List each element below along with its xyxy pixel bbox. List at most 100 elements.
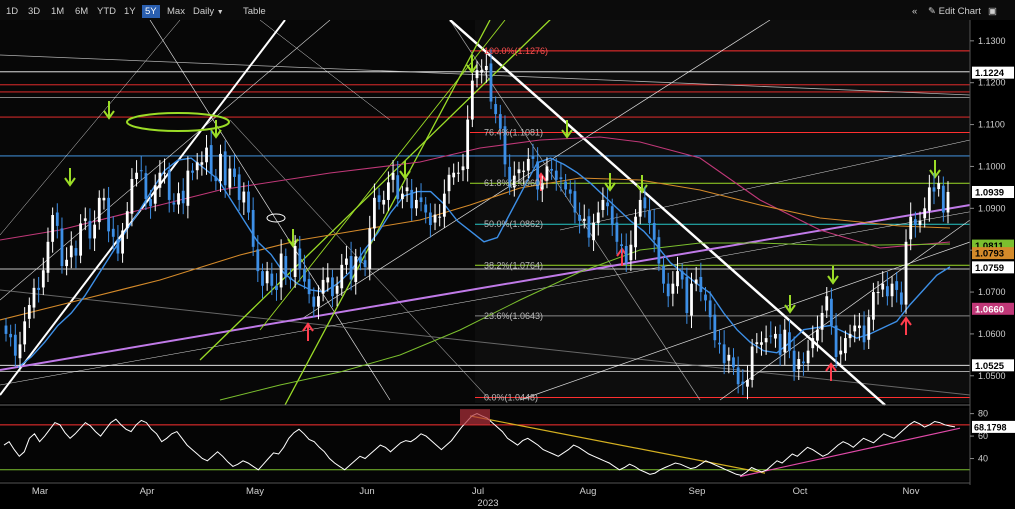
- candle-body: [223, 151, 227, 186]
- candle-body: [37, 287, 41, 290]
- candle-body: [181, 190, 185, 204]
- x-tick-label: May: [246, 486, 264, 497]
- candle-body: [531, 156, 535, 159]
- edit-chart-button[interactable]: ✎ Edit Chart: [928, 5, 981, 18]
- candle-body: [620, 244, 623, 246]
- candle-body: [750, 346, 754, 380]
- table-button[interactable]: Table: [240, 5, 269, 18]
- oscillator-last-label: 68.1798: [974, 422, 1007, 432]
- candle-body: [321, 279, 325, 294]
- price-chart[interactable]: 100.0%(1.1276) 76.4%(1.1081) 61.8%(1.0960)…: [0, 20, 1015, 509]
- range-5y[interactable]: 5Y: [142, 5, 160, 18]
- candle-body: [811, 338, 815, 349]
- candle-body: [722, 344, 726, 364]
- candle-body: [830, 298, 833, 326]
- range-ytd[interactable]: YTD: [94, 5, 119, 18]
- overbought-highlight: [460, 409, 490, 425]
- candle-body: [792, 350, 796, 372]
- candle-body: [69, 245, 73, 258]
- candle-body: [317, 296, 320, 307]
- candle-body: [377, 195, 381, 203]
- candle-body: [102, 197, 106, 201]
- candle-body: [638, 199, 642, 217]
- x-tick-label: Mar: [32, 486, 48, 497]
- candle-body: [657, 237, 661, 264]
- range-1m[interactable]: 1M: [48, 5, 67, 18]
- candle-body: [293, 245, 297, 277]
- candle-body: [587, 216, 591, 238]
- candle-body: [219, 153, 222, 182]
- candle-body: [307, 279, 311, 295]
- candle-body: [899, 292, 903, 305]
- range-1d[interactable]: 1D: [3, 5, 21, 18]
- candle-body: [484, 65, 488, 71]
- candle-body: [312, 296, 316, 307]
- candle-body: [871, 292, 875, 320]
- candle-body: [83, 218, 87, 221]
- candle-body: [606, 202, 609, 207]
- candle-body: [41, 270, 45, 288]
- candle-body: [4, 325, 8, 334]
- candle-body: [13, 334, 17, 356]
- candle-body: [242, 191, 246, 203]
- range-6m[interactable]: 6M: [72, 5, 91, 18]
- candle-body: [904, 241, 908, 305]
- candle-body: [452, 172, 456, 178]
- window-icon[interactable]: ▣: [988, 5, 997, 18]
- collapse-icon[interactable]: «: [912, 5, 917, 18]
- x-year-label: 2023: [477, 498, 498, 509]
- interval-dropdown[interactable]: Daily ▼: [190, 5, 227, 18]
- candle-body: [909, 216, 913, 240]
- candle-body: [200, 162, 204, 165]
- fib-level-label: 100.0%(1.1276): [484, 46, 548, 56]
- candle-body: [144, 173, 148, 200]
- candle-body: [335, 285, 339, 294]
- candle-body: [456, 172, 460, 174]
- candle-body: [522, 170, 526, 172]
- candle-body: [32, 287, 36, 308]
- oscillator-tick-label: 40: [978, 454, 988, 464]
- y-tick-label: 1.0900: [978, 203, 1006, 213]
- candle-body: [564, 181, 568, 190]
- candle-body: [834, 325, 838, 357]
- candle-body: [279, 253, 283, 288]
- range-max[interactable]: Max: [164, 5, 188, 18]
- candle-body: [256, 249, 260, 272]
- candle-body: [494, 104, 498, 115]
- candle-body: [662, 266, 665, 284]
- fib-level-label: 23.6%(1.0643): [484, 311, 543, 321]
- candle-body: [774, 333, 777, 339]
- price-tag-label: 1.0759: [975, 263, 1004, 274]
- candle-body: [79, 223, 83, 256]
- candle-body: [550, 168, 554, 171]
- candle-body: [578, 215, 581, 221]
- candle-body: [736, 367, 740, 385]
- candle-body: [74, 248, 78, 256]
- candle-body: [289, 277, 292, 280]
- price-tag-label: 1.0793: [975, 249, 1004, 260]
- candle-body: [844, 338, 847, 354]
- candle-body: [816, 329, 819, 341]
- range-1y[interactable]: 1Y: [121, 5, 139, 18]
- candle-body: [778, 333, 782, 355]
- range-3d[interactable]: 3D: [25, 5, 43, 18]
- candle-body: [475, 70, 479, 79]
- candle-body: [247, 191, 250, 213]
- candle-body: [480, 70, 484, 73]
- y-tick-label: 1.0600: [978, 329, 1006, 339]
- candle-body: [191, 170, 194, 173]
- candle-body: [298, 248, 302, 270]
- candle-body: [783, 329, 787, 353]
- x-tick-label: Jul: [472, 486, 484, 497]
- candle-body: [111, 228, 115, 237]
- candle-body: [601, 199, 605, 210]
- candle-body: [839, 350, 843, 355]
- candle-body: [820, 312, 824, 330]
- chart-toolbar: 1D 3D 1M 6M YTD 1Y 5Y Max Daily ▼ Table …: [0, 0, 1015, 21]
- fib-level-label: 50.0%(1.0862): [484, 219, 543, 229]
- candle-body: [885, 286, 889, 297]
- candle-body: [666, 283, 670, 297]
- candle-body: [228, 168, 232, 188]
- candle-body: [867, 317, 871, 340]
- candle-body: [615, 222, 619, 242]
